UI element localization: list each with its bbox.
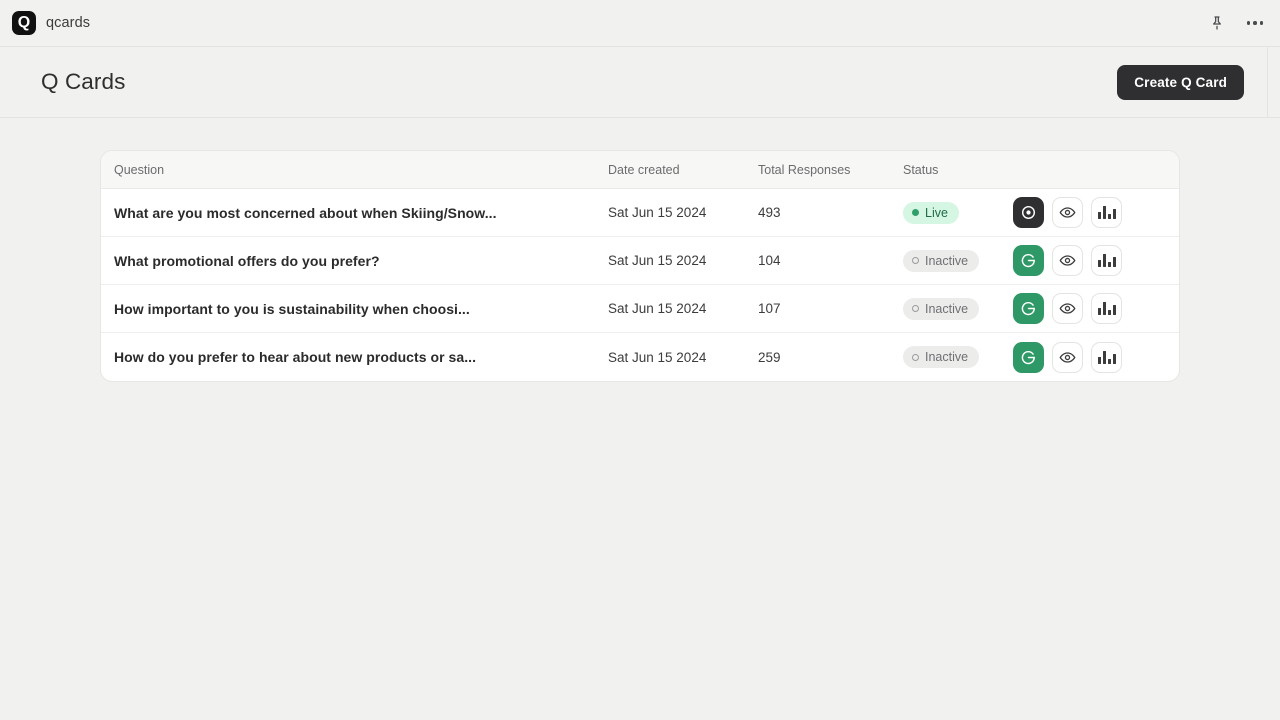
analytics-bar-chart-icon[interactable] (1091, 341, 1122, 373)
cell-date-created: Sat Jun 15 2024 (608, 349, 707, 365)
column-header-total-responses: Total Responses (758, 162, 851, 177)
cell-date-created: Sat Jun 15 2024 (608, 301, 707, 316)
preview-eye-icon[interactable] (1052, 341, 1083, 373)
analytics-bar-chart-icon[interactable] (1091, 197, 1122, 228)
cell-actions (1013, 341, 1179, 373)
app-name: qcards (46, 15, 91, 31)
cell-question: How do you prefer to hear about new prod… (114, 349, 477, 365)
pin-icon[interactable] (1206, 12, 1228, 34)
status-ring-icon (912, 353, 919, 361)
app-bar: Q qcards (0, 0, 1280, 47)
cell-total-responses: 107 (758, 301, 781, 316)
cell-status: Live (903, 201, 1013, 224)
preview-eye-icon[interactable] (1052, 197, 1083, 228)
column-header-status: Status (903, 162, 939, 177)
status-dot-icon (912, 209, 919, 216)
analytics-bar-chart-icon[interactable] (1091, 245, 1122, 276)
table-body: What are you most concerned about when S… (101, 189, 1179, 381)
main-content: Question Date created Total Responses St… (0, 118, 1280, 382)
status-label: Inactive (925, 350, 969, 364)
header-divider (1267, 47, 1268, 117)
preview-eye-icon[interactable] (1052, 245, 1083, 276)
status-toggle-icon[interactable] (1013, 245, 1044, 276)
status-badge: Live (903, 201, 959, 224)
cell-status: Inactive (903, 297, 1013, 320)
brand: Q qcards (12, 11, 90, 35)
table-row[interactable]: How do you prefer to hear about new prod… (101, 333, 1179, 381)
more-dots (1246, 21, 1264, 25)
bar-chart-glyph (1097, 350, 1116, 364)
status-label: Live (925, 205, 948, 220)
table-row[interactable]: How important to you is sustainability w… (101, 285, 1179, 333)
table-header-row: Question Date created Total Responses St… (101, 151, 1179, 189)
cell-actions (1013, 293, 1179, 324)
status-toggle-icon[interactable] (1013, 341, 1044, 373)
q-cards-table: Question Date created Total Responses St… (100, 150, 1180, 382)
status-ring-icon (912, 305, 919, 312)
status-badge: Inactive (903, 249, 980, 272)
cell-total-responses: 259 (758, 349, 781, 365)
bar-chart-glyph (1097, 254, 1116, 267)
bar-chart-glyph (1097, 206, 1116, 219)
create-q-card-button[interactable]: Create Q Card (1117, 64, 1244, 100)
cell-date-created: Sat Jun 15 2024 (608, 253, 707, 268)
cell-date-created: Sat Jun 15 2024 (608, 205, 707, 220)
preview-eye-icon[interactable] (1052, 293, 1083, 324)
status-ring-icon (912, 257, 919, 264)
analytics-bar-chart-icon[interactable] (1091, 293, 1122, 324)
cell-total-responses: 104 (758, 253, 781, 268)
bar-chart-glyph (1097, 302, 1116, 315)
page-header: Q Cards Create Q Card (0, 47, 1280, 118)
cell-actions (1013, 245, 1179, 276)
status-badge: Inactive (903, 346, 980, 368)
cell-total-responses: 493 (758, 205, 781, 220)
cell-status: Inactive (903, 249, 1013, 272)
column-header-question: Question (114, 162, 165, 177)
status-badge: Inactive (903, 297, 980, 320)
column-header-date-created: Date created (608, 162, 680, 177)
table-row[interactable]: What promotional offers do you prefer? Sa… (101, 237, 1179, 285)
status-label: Inactive (925, 301, 969, 316)
cell-actions (1013, 197, 1179, 228)
app-logo-icon: Q (12, 11, 36, 35)
table-row[interactable]: What are you most concerned about when S… (101, 189, 1179, 237)
app-bar-actions (1206, 12, 1266, 34)
cell-question: What are you most concerned about when S… (114, 204, 497, 221)
cell-status: Inactive (903, 346, 1013, 368)
status-toggle-icon[interactable] (1013, 197, 1044, 228)
status-toggle-icon[interactable] (1013, 293, 1044, 324)
cell-question: What promotional offers do you prefer? (114, 252, 380, 269)
status-label: Inactive (925, 253, 969, 268)
page-title: Q Cards (41, 69, 126, 94)
cell-question: How important to you is sustainability w… (114, 300, 470, 317)
more-options-icon[interactable] (1244, 12, 1266, 34)
